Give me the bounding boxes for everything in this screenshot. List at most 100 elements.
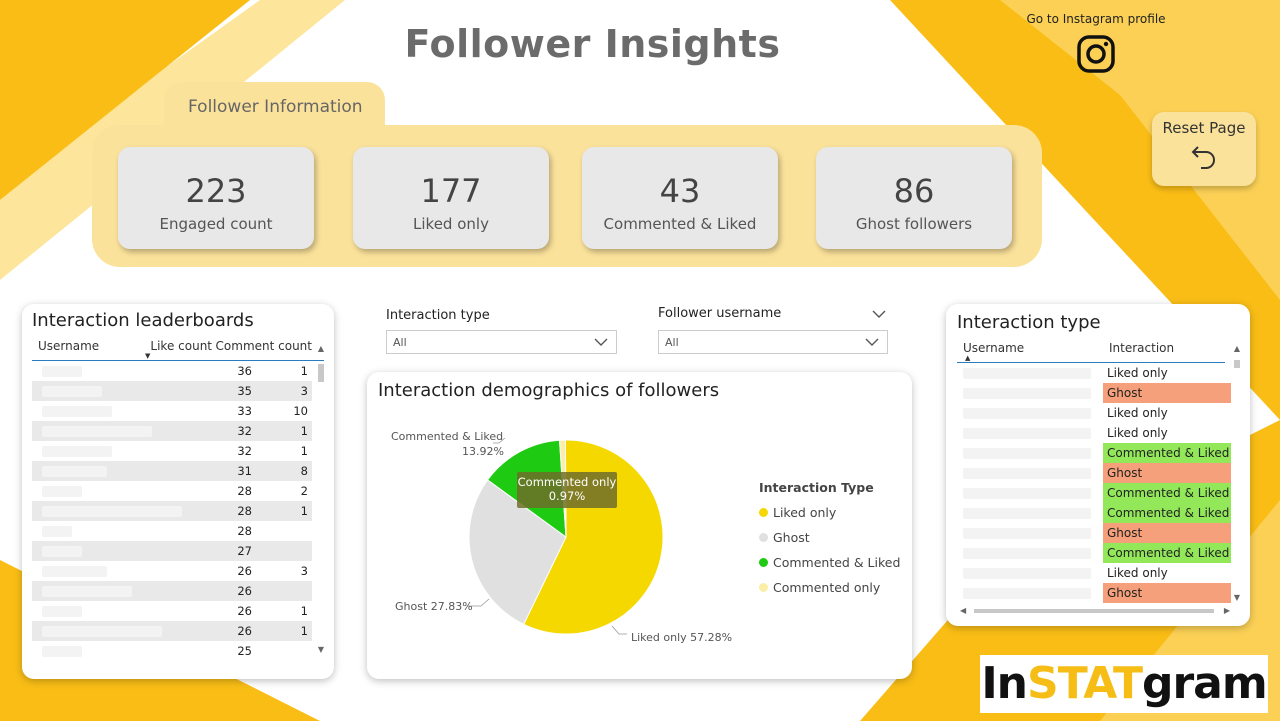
table-row[interactable]: Commented & Liked bbox=[957, 543, 1231, 563]
legend-dot bbox=[759, 533, 768, 542]
username-cell bbox=[957, 383, 1103, 403]
slicer-label: Interaction type bbox=[386, 308, 490, 323]
slicer-label-row: Follower username bbox=[658, 306, 888, 321]
redacted-username bbox=[42, 566, 107, 577]
table-row[interactable]: Ghost bbox=[957, 523, 1231, 543]
table-row[interactable]: 25 bbox=[32, 641, 312, 661]
column-header-comment-count[interactable]: Comment count bbox=[212, 339, 312, 360]
scroll-down-icon[interactable]: ▼ bbox=[1232, 593, 1242, 602]
username-cell bbox=[957, 563, 1103, 583]
table-row[interactable]: 28 2 bbox=[32, 481, 312, 501]
column-header-like-count[interactable]: Like count ▼ bbox=[142, 339, 212, 360]
redacted-username bbox=[42, 486, 82, 497]
table-row[interactable]: Liked only bbox=[957, 403, 1231, 423]
table-row[interactable]: 26 bbox=[32, 581, 312, 601]
redacted-username bbox=[963, 408, 1091, 419]
legend-item[interactable]: Ghost bbox=[759, 525, 900, 550]
comment-count-cell: 3 bbox=[252, 381, 312, 401]
table-row[interactable]: 28 bbox=[32, 521, 312, 541]
instagram-link-label[interactable]: Go to Instagram profile bbox=[1020, 12, 1172, 26]
scroll-down-icon[interactable]: ▼ bbox=[316, 645, 326, 654]
interaction-type-slicer: Interaction type All bbox=[386, 308, 617, 354]
table-row[interactable]: Ghost bbox=[957, 583, 1231, 603]
undo-icon bbox=[1191, 146, 1215, 169]
legend-item[interactable]: Commented & Liked bbox=[759, 550, 900, 575]
username-cell bbox=[32, 641, 182, 661]
pie-legend: Interaction Type Liked only Ghost Commente… bbox=[759, 480, 900, 600]
instagram-icon[interactable] bbox=[1076, 34, 1116, 74]
comment-count-cell: 1 bbox=[252, 501, 312, 521]
commented-liked-card: 43 Commented & Liked bbox=[582, 147, 778, 249]
leaderboard-scrollbar[interactable]: ▲ ▼ bbox=[316, 344, 326, 654]
table-row[interactable]: 26 1 bbox=[32, 601, 312, 621]
follower-username-dropdown[interactable]: All bbox=[658, 330, 888, 354]
table-row[interactable]: Liked only bbox=[957, 423, 1231, 443]
username-cell bbox=[957, 443, 1103, 463]
table-row[interactable]: Commented & Liked bbox=[957, 443, 1231, 463]
column-header-interaction[interactable]: Interaction bbox=[1109, 341, 1174, 362]
interaction-cell: Liked only bbox=[1107, 566, 1168, 580]
column-header-username[interactable]: Username bbox=[38, 339, 142, 360]
legend-dot bbox=[759, 583, 768, 592]
table-row[interactable]: 36 1 bbox=[32, 361, 312, 381]
legend-item[interactable]: Liked only bbox=[759, 500, 900, 525]
table-row[interactable]: 35 3 bbox=[32, 381, 312, 401]
like-count-cell: 33 bbox=[237, 404, 252, 418]
table-row[interactable]: 26 3 bbox=[32, 561, 312, 581]
table-row[interactable]: 33 10 bbox=[32, 401, 312, 421]
table-row[interactable]: Commented & Liked bbox=[957, 503, 1231, 523]
scroll-thumb[interactable] bbox=[318, 364, 324, 382]
reset-page-button[interactable]: Reset Page bbox=[1152, 112, 1256, 186]
table-row[interactable]: Ghost bbox=[957, 383, 1231, 403]
redacted-username bbox=[42, 406, 112, 417]
legend-label: Commented & Liked bbox=[773, 555, 901, 570]
scroll-right-icon[interactable]: ▶ bbox=[1224, 606, 1230, 615]
redacted-username bbox=[963, 468, 1091, 479]
table-row[interactable]: 26 1 bbox=[32, 621, 312, 641]
legend-item[interactable]: Commented only bbox=[759, 575, 900, 600]
redacted-username bbox=[42, 386, 102, 397]
interaction-cell: Ghost bbox=[1103, 523, 1231, 543]
leader-line-liked-only bbox=[611, 625, 627, 635]
like-count-cell: 28 bbox=[237, 524, 252, 538]
username-cell bbox=[957, 423, 1103, 443]
redacted-username bbox=[42, 426, 152, 437]
table-row[interactable]: Liked only bbox=[957, 363, 1231, 383]
table-row[interactable]: 28 1 bbox=[32, 501, 312, 521]
dropdown-value: All bbox=[665, 336, 679, 349]
username-cell bbox=[32, 381, 182, 401]
like-count-cell: 25 bbox=[237, 644, 252, 658]
table-row[interactable]: 32 1 bbox=[32, 421, 312, 441]
table-row[interactable]: 27 bbox=[32, 541, 312, 561]
slice-label-liked-only: Liked only 57.28% bbox=[631, 631, 732, 644]
scroll-up-icon[interactable]: ▲ bbox=[316, 344, 326, 353]
column-header-username[interactable]: Username ▲ bbox=[963, 341, 1109, 362]
table-row[interactable]: Ghost bbox=[957, 463, 1231, 483]
comment-count-cell: 1 bbox=[252, 621, 312, 641]
chevron-down-icon[interactable] bbox=[872, 307, 886, 321]
slice-label-ghost: Ghost 27.83% bbox=[395, 600, 473, 613]
hscroll-thumb[interactable] bbox=[974, 609, 1214, 613]
scroll-left-icon[interactable]: ◀ bbox=[960, 606, 966, 615]
username-cell bbox=[32, 501, 182, 521]
interaction-cell: Commented & Liked bbox=[1103, 483, 1231, 503]
scroll-up-icon[interactable]: ▲ bbox=[1232, 344, 1242, 353]
leaderboard-table: 36 1 35 3 33 10 32 1 32 1 31 8 28 2 28 1 28 27 26 3 26 26 1 26 1… bbox=[32, 361, 312, 661]
comment-count-cell: 8 bbox=[252, 461, 312, 481]
column-header-label: Like count bbox=[150, 339, 212, 353]
table-row[interactable]: Commented & Liked bbox=[957, 483, 1231, 503]
like-count-cell: 26 bbox=[182, 581, 252, 601]
sort-desc-icon: ▼ bbox=[145, 352, 151, 360]
interaction-table-hscrollbar[interactable]: ◀ ▶ bbox=[960, 606, 1230, 616]
table-row[interactable]: 32 1 bbox=[32, 441, 312, 461]
interaction-table-scrollbar[interactable]: ▲ ▼ bbox=[1232, 344, 1242, 602]
interaction-leaderboard-panel: Interaction leaderboards Username Like c… bbox=[22, 304, 334, 679]
table-row[interactable]: Liked only bbox=[957, 563, 1231, 583]
interaction-type-dropdown[interactable]: All bbox=[386, 330, 617, 354]
like-count-cell: 26 bbox=[182, 621, 252, 641]
scroll-thumb[interactable] bbox=[1234, 360, 1240, 368]
like-count-cell: 28 bbox=[237, 484, 252, 498]
redacted-username bbox=[963, 548, 1091, 559]
redacted-username bbox=[42, 466, 107, 477]
table-row[interactable]: 31 8 bbox=[32, 461, 312, 481]
